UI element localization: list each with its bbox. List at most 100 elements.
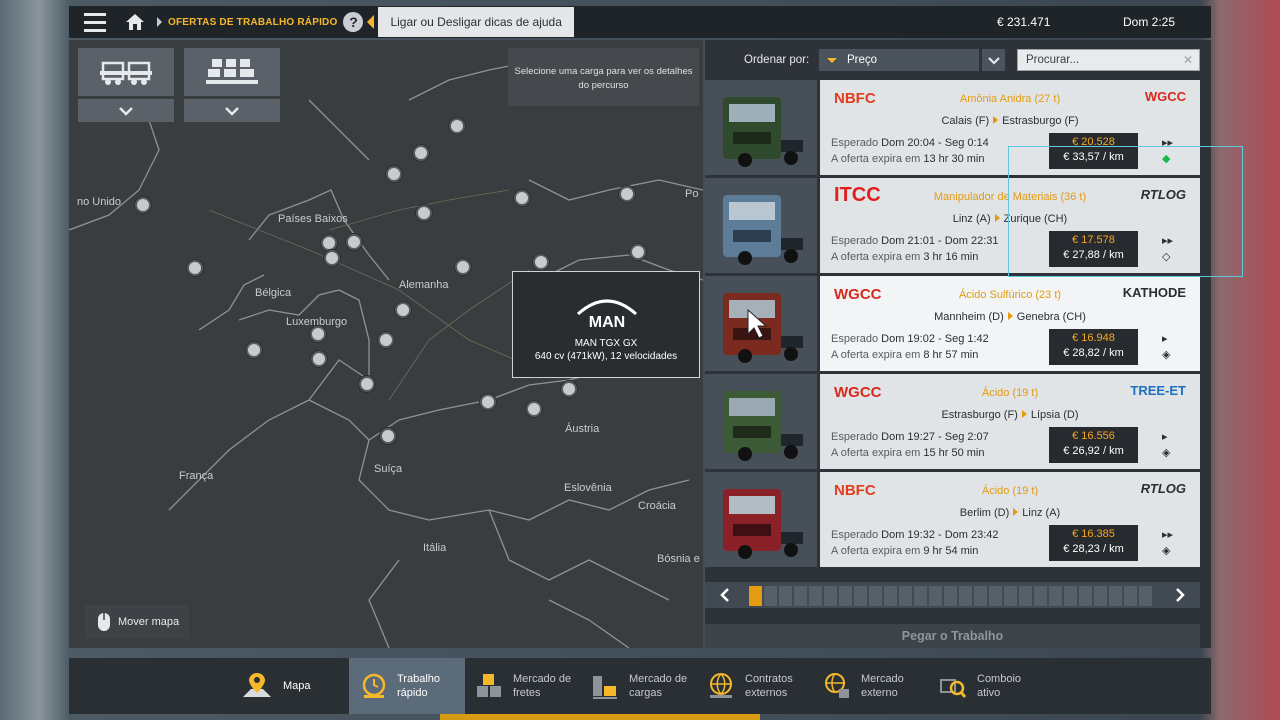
delivery-icon: ▸ [1162, 431, 1168, 443]
breadcrumb[interactable]: OFERTAS DE TRABALHO RÁPIDO [168, 17, 337, 28]
page-indicator[interactable] [1109, 586, 1122, 606]
tab-quick-job[interactable]: Trabalho rápido [349, 658, 465, 714]
city-marker[interactable] [380, 428, 396, 444]
city-marker[interactable] [413, 145, 429, 161]
city-marker[interactable] [449, 118, 465, 134]
page-indicator[interactable] [1094, 586, 1107, 606]
home-icon[interactable] [122, 6, 148, 38]
city-marker[interactable] [619, 186, 635, 202]
chevron-down-icon [987, 56, 1000, 65]
map-label: Suíça [374, 463, 403, 475]
job-row[interactable]: WGCC Ácido Sulfúrico (23 t) KATHODE Mann… [705, 276, 1200, 371]
cargo-type-icon: ◈ [1162, 545, 1171, 557]
city-marker[interactable] [310, 326, 326, 342]
page-indicator[interactable] [764, 586, 777, 606]
page-indicator[interactable] [884, 586, 897, 606]
city-marker[interactable] [533, 254, 549, 270]
city-marker[interactable] [416, 205, 432, 221]
page-indicator[interactable] [1124, 586, 1137, 606]
page-indicator[interactable] [914, 586, 927, 606]
page-indicator[interactable] [794, 586, 807, 606]
tab-map[interactable]: Mapa [241, 658, 347, 714]
map-label: Bósnia e [657, 553, 700, 565]
city-marker[interactable] [526, 401, 542, 417]
page-indicator[interactable] [1064, 586, 1077, 606]
city-marker[interactable] [359, 376, 375, 392]
expected-time: Esperado Dom 19:27 - Seg 2:07 [831, 431, 989, 443]
tab-external-contracts-label: Contratos externos [745, 673, 793, 699]
take-job-button[interactable]: Pegar o Trabalho [705, 624, 1200, 648]
city-marker[interactable] [187, 260, 203, 276]
page-indicator[interactable] [809, 586, 822, 606]
truck-tooltip: MAN MAN TGX GX 640 cv (471kW), 12 veloci… [512, 271, 700, 378]
page-indicator[interactable] [854, 586, 867, 606]
price-box: € 16.948 € 28,82 / km [1049, 329, 1138, 365]
city-marker[interactable] [346, 234, 362, 250]
destination-company-logo: WGCC [1144, 89, 1186, 104]
sort-select[interactable]: Preço [819, 49, 979, 71]
chevron-down-icon [225, 106, 239, 116]
globe-icon [710, 673, 732, 698]
city-marker[interactable] [135, 197, 151, 213]
page-indicator[interactable] [1079, 586, 1092, 606]
city-marker[interactable] [630, 244, 646, 260]
page-indicator[interactable] [779, 586, 792, 606]
page-indicator[interactable] [989, 586, 1002, 606]
city-marker[interactable] [324, 250, 340, 266]
truck-filter-button[interactable] [78, 48, 174, 96]
page-indicator[interactable] [899, 586, 912, 606]
page-indicator[interactable] [929, 586, 942, 606]
city-marker[interactable] [386, 166, 402, 182]
offer-expiry: A oferta expira em 9 hr 54 min [831, 545, 979, 557]
city-marker[interactable] [321, 235, 337, 251]
city-marker[interactable] [311, 351, 327, 367]
page-indicator-active[interactable] [749, 586, 762, 606]
search-input[interactable]: Procurar... ✕ [1017, 49, 1200, 71]
tab-external-contracts[interactable]: Contratos externos [707, 658, 817, 714]
help-tooltip: Ligar ou Desligar dicas de ajuda [378, 7, 574, 37]
page-indicator[interactable] [824, 586, 837, 606]
map-label: Áustria [565, 423, 600, 435]
city-marker[interactable] [514, 190, 530, 206]
bottom-navigation: Mapa Trabalho rápido Mercado de fretes M… [69, 658, 1211, 714]
tab-freight-market[interactable]: Mercado de fretes [475, 658, 585, 714]
page-indicator[interactable] [1019, 586, 1032, 606]
truck-filter-dropdown[interactable] [78, 99, 174, 122]
page-indicator[interactable] [1034, 586, 1047, 606]
cargo-filter-button[interactable] [184, 48, 280, 96]
page-indicator[interactable] [1004, 586, 1017, 606]
next-page-button[interactable] [1160, 582, 1200, 608]
menu-icon[interactable] [76, 6, 114, 38]
job-price: € 16.385 [1072, 528, 1115, 540]
offer-expiry: A oferta expira em 13 hr 30 min [831, 153, 985, 165]
job-row[interactable]: WGCC Ácido (19 t) TREE-ET Estrasburgo (F… [705, 374, 1200, 469]
page-indicator[interactable] [1049, 586, 1062, 606]
city-marker[interactable] [395, 302, 411, 318]
page-indicator[interactable] [974, 586, 987, 606]
freight-market-icon [477, 674, 501, 697]
page-indicator[interactable] [959, 586, 972, 606]
page-indicator[interactable] [869, 586, 882, 606]
job-row[interactable]: NBFC Ácido (19 t) RTLOG Berlim (D) Linz (… [705, 472, 1200, 567]
page-indicator[interactable] [944, 586, 957, 606]
cargo-filter-dropdown[interactable] [184, 99, 280, 122]
sort-dropdown-button[interactable] [982, 49, 1005, 71]
city-marker[interactable] [455, 259, 471, 275]
tab-external-market-label: Mercado externo [861, 673, 904, 699]
job-price: € 16.556 [1072, 430, 1115, 442]
offer-expiry: A oferta expira em 3 hr 16 min [831, 251, 979, 263]
expected-time: Esperado Dom 20:04 - Seg 0:14 [831, 137, 989, 149]
clear-icon[interactable]: ✕ [1183, 53, 1193, 67]
city-marker[interactable] [561, 381, 577, 397]
page-indicator[interactable] [839, 586, 852, 606]
tab-external-market[interactable]: Mercado externo [823, 658, 933, 714]
tab-cargo-market[interactable]: Mercado de cargas [591, 658, 701, 714]
city-marker[interactable] [246, 342, 262, 358]
page-indicator[interactable] [1139, 586, 1152, 606]
help-button[interactable]: ? [343, 12, 364, 32]
previous-page-button[interactable] [705, 582, 745, 608]
destination-company-logo: RTLOG [1140, 481, 1186, 496]
city-marker[interactable] [378, 332, 394, 348]
city-marker[interactable] [480, 394, 496, 410]
tab-active-convoy[interactable]: Comboio ativo [939, 658, 1049, 714]
